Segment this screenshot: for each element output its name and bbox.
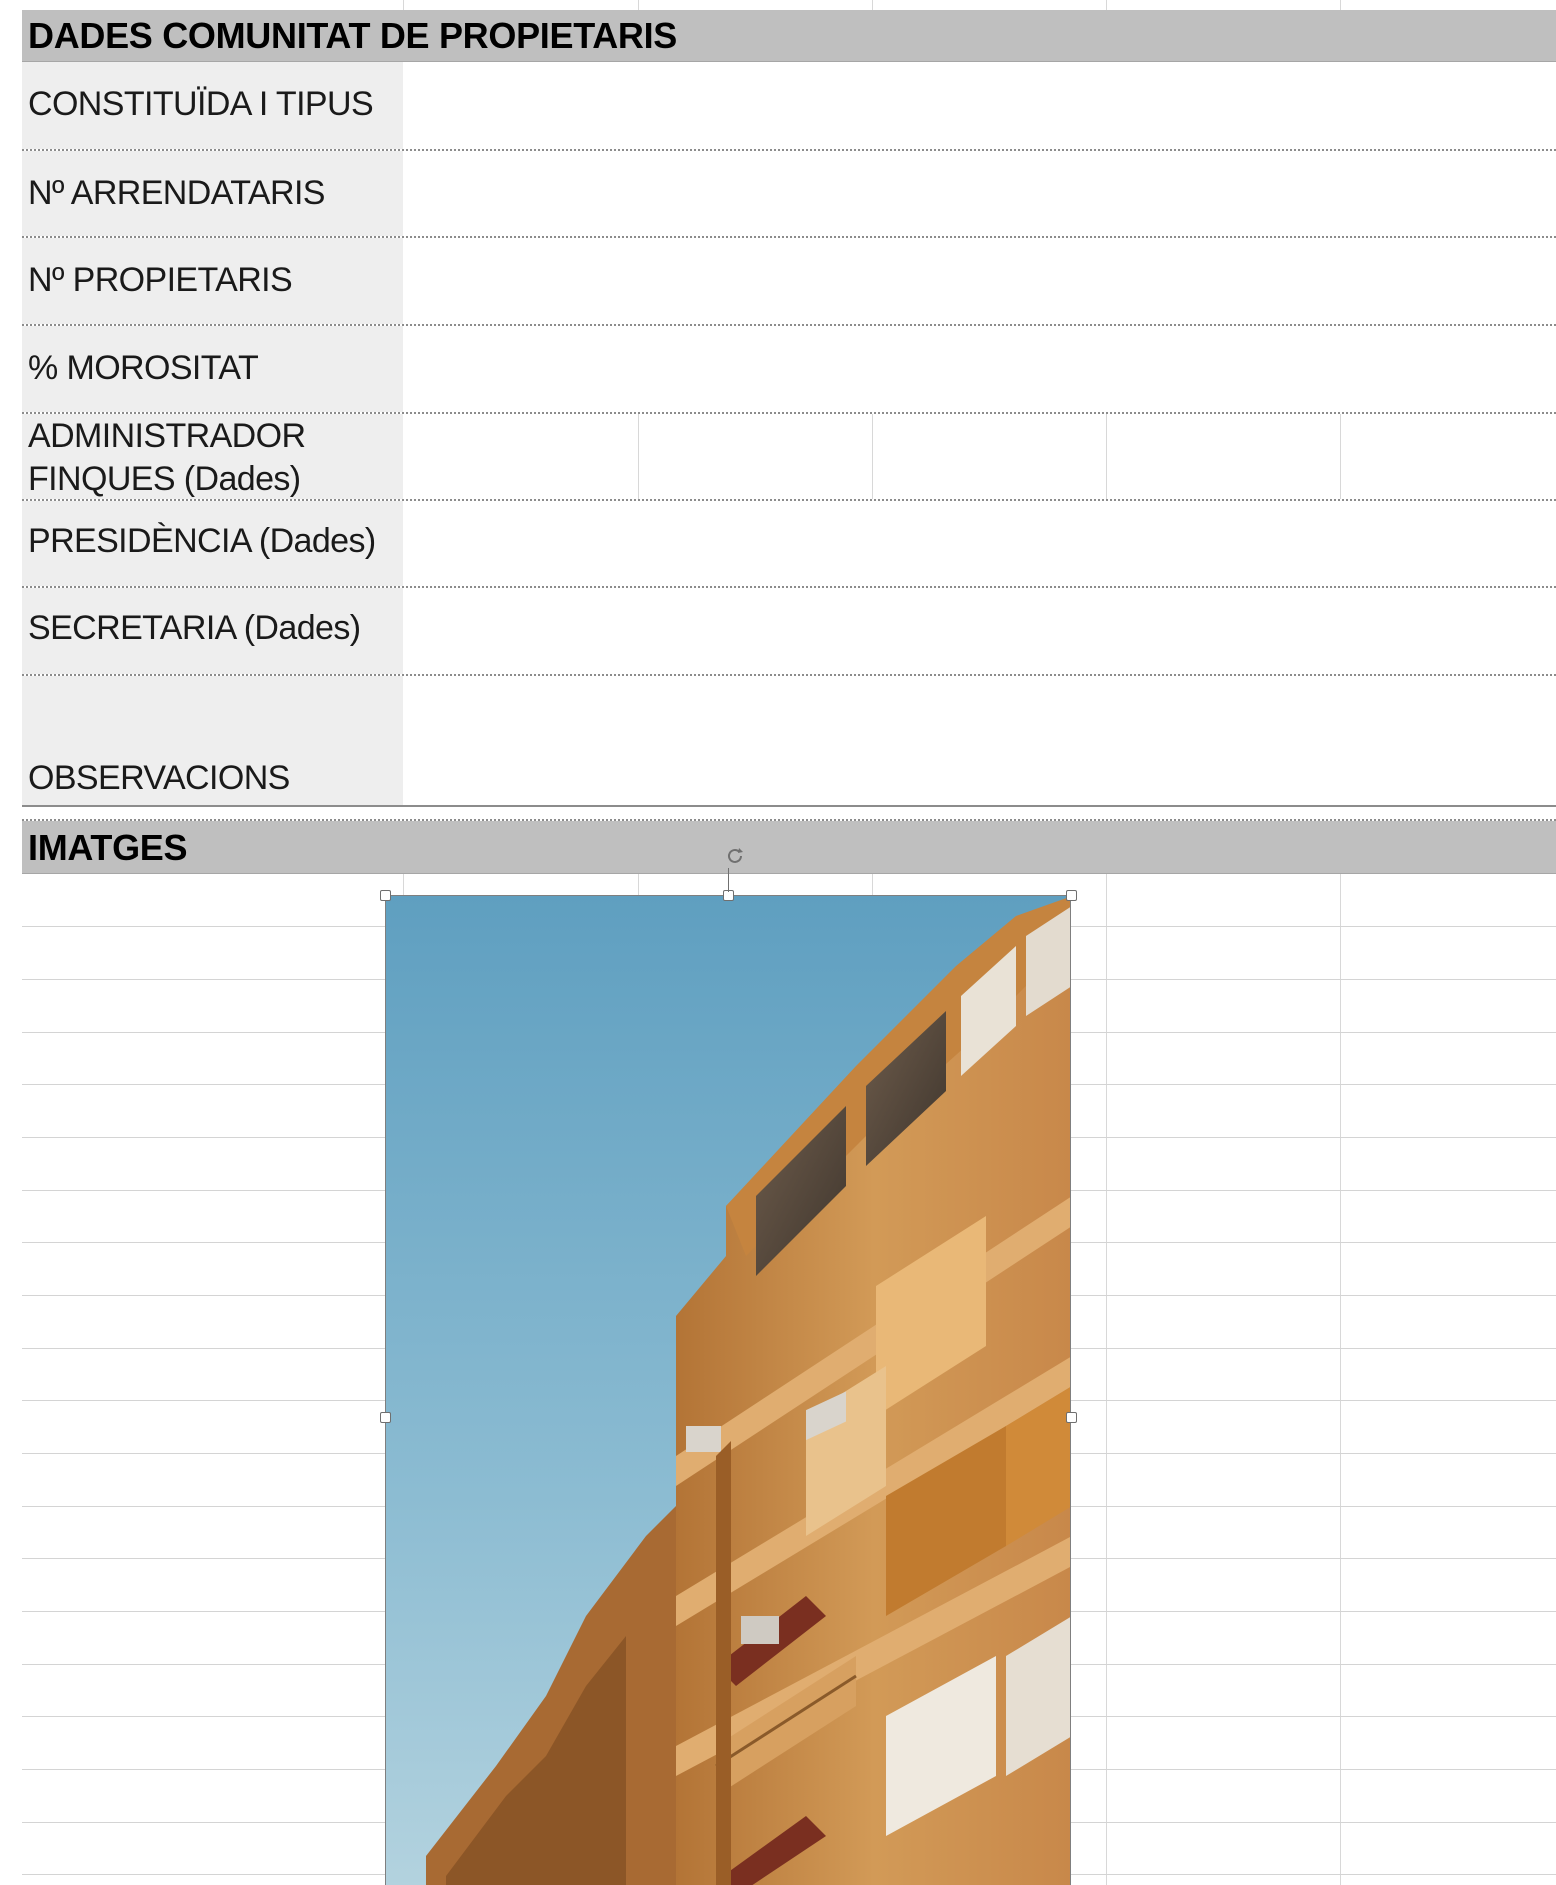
label-cell: SECRETARIA (Dades) (22, 588, 403, 674)
resize-handle-middle-left[interactable] (380, 1412, 391, 1423)
row-label: CONSTITUÏDA I TIPUS (28, 85, 374, 123)
form-row-arrendataris[interactable]: Nº ARRENDATARIS (22, 151, 1556, 238)
form-row-morositat[interactable]: % MOROSITAT (22, 326, 1556, 414)
label-cell: PRESIDÈNCIA (Dades) (22, 501, 403, 586)
value-cell-propietaris[interactable] (403, 238, 1556, 324)
form-row-propietaris[interactable]: Nº PROPIETARIS (22, 238, 1556, 326)
resize-handle-top-right[interactable] (1066, 890, 1077, 901)
value-cell-presidencia[interactable] (403, 501, 1556, 586)
label-cell: Nº PROPIETARIS (22, 238, 403, 324)
value-cell-secretaria[interactable] (403, 588, 1556, 674)
section-title: IMATGES (28, 827, 188, 868)
label-cell: CONSTITUÏDA I TIPUS (22, 62, 403, 149)
label-cell: OBSERVACIONS (22, 676, 403, 805)
gap-row[interactable] (22, 807, 1556, 821)
row-label: OBSERVACIONS (28, 759, 290, 797)
row-label-line1: ADMINISTRADOR (28, 417, 306, 455)
section-title: DADES COMUNITAT DE PROPIETARIS (28, 15, 678, 56)
value-cell-constituida[interactable] (403, 62, 1556, 149)
value-cell-administrador-1[interactable] (403, 414, 638, 499)
resize-handle-middle-right[interactable] (1066, 1412, 1077, 1423)
value-cell-administrador-2[interactable] (639, 414, 872, 499)
value-cell-administrador-5[interactable] (1341, 414, 1556, 499)
building-photo-icon (386, 896, 1070, 1885)
form-row-secretaria[interactable]: SECRETARIA (Dades) (22, 588, 1556, 676)
rotate-handle-connector (728, 868, 729, 892)
rotate-handle-icon[interactable] (724, 845, 746, 867)
label-cell: ADMINISTRADOR FINQUES (Dades) (22, 414, 403, 499)
building-photo[interactable] (385, 895, 1071, 1885)
section-header-imatges[interactable]: IMATGES (22, 821, 1556, 874)
row-label: Nº PROPIETARIS (28, 261, 293, 299)
value-cell-morositat[interactable] (403, 326, 1556, 412)
row-label: SECRETARIA (Dades) (28, 609, 361, 647)
section-header-dades[interactable]: DADES COMUNITAT DE PROPIETARIS (22, 10, 1556, 62)
spreadsheet-sheet: DADES COMUNITAT DE PROPIETARIS CONSTITUÏ… (22, 0, 1556, 1885)
label-cell: % MOROSITAT (22, 326, 403, 412)
form-row-observacions[interactable]: OBSERVACIONS (22, 676, 1556, 807)
row-label-line2: FINQUES (Dades) (28, 460, 301, 498)
form-row-constituida[interactable]: CONSTITUÏDA I TIPUS (22, 62, 1556, 151)
row-label: PRESIDÈNCIA (Dades) (28, 522, 376, 560)
form-row-administrador[interactable]: ADMINISTRADOR FINQUES (Dades) (22, 414, 1556, 501)
value-cell-administrador-3[interactable] (873, 414, 1106, 499)
value-cell-arrendataris[interactable] (403, 151, 1556, 236)
row-label: % MOROSITAT (28, 349, 259, 387)
resize-handle-top-left[interactable] (380, 890, 391, 901)
label-cell: Nº ARRENDATARIS (22, 151, 403, 236)
value-cell-observacions[interactable] (403, 676, 1556, 805)
form-row-presidencia[interactable]: PRESIDÈNCIA (Dades) (22, 501, 1556, 588)
value-cell-administrador-4[interactable] (1107, 414, 1340, 499)
row-label: Nº ARRENDATARIS (28, 174, 325, 212)
